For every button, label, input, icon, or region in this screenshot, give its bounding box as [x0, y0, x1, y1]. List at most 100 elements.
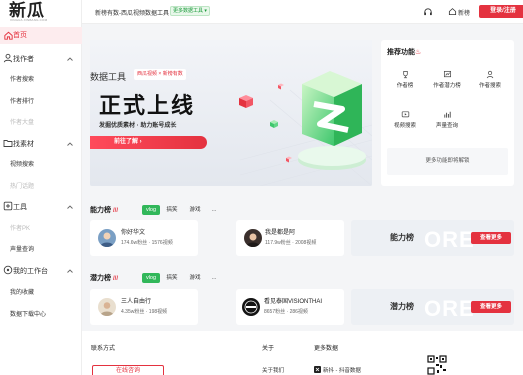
top-header: 新榜有数-西瓜视频数据工具 更多数据工具 ▾ 新榜 登录/注册 [82, 0, 523, 24]
more-tools-dropdown[interactable]: 更多数据工具 ▾ [170, 6, 210, 16]
chevron-up-icon [67, 142, 73, 146]
avatar [98, 229, 116, 247]
chart-board-icon [443, 70, 451, 78]
sidebar-item-download-center[interactable]: 数据下载中心 [10, 309, 46, 318]
logo-subtitle: XINGUA.XINBANG.COM [10, 18, 48, 22]
footer-contact-heading: 联系方式 [91, 346, 116, 352]
qr-code-icon [427, 355, 447, 375]
author-name: 你好华文 [121, 230, 146, 236]
ability-tab-funny[interactable]: 搞笑 [163, 205, 181, 215]
home-outline-icon[interactable] [448, 7, 457, 16]
author-stats: 8657粉丝 · 286视频 [264, 309, 308, 315]
ranking-mark-icon: /// [113, 208, 119, 214]
sidebar-item-author-ranking[interactable]: 作者排行 [10, 96, 34, 105]
newrank-link[interactable]: 新榜 [458, 8, 470, 17]
ability-ranking-title: 能力榜/// [90, 205, 118, 215]
potential-more-panel: ORE 潜力榜 查看更多 [351, 289, 514, 325]
author-stats: 4.35w粉丝 · 198视频 [121, 309, 168, 315]
sidebar-group-workspace[interactable]: 我的工作台 [0, 264, 82, 278]
ability-tab-games[interactable]: 游戏 [186, 205, 204, 215]
ability-more-label: 能力榜 [390, 233, 414, 242]
about-us-link[interactable]: 关于我们 [262, 366, 284, 374]
fire-icon: ♨ [415, 49, 422, 56]
chevron-up-icon [67, 205, 73, 209]
feature-label: 作者搜索 [478, 83, 501, 89]
user-icon [3, 53, 13, 63]
potential-card-2[interactable]: 看见泰国VISIONTHAI 8657粉丝 · 286视频 [236, 289, 344, 325]
sidebar: 新瓜 XINGUA.XINBANG.COM 首页 找作者 作者搜索 作者排行 作… [0, 0, 82, 375]
tool-icon [3, 201, 13, 211]
author-stats: 174.6w粉丝 · 1576视频 [121, 240, 173, 246]
footer-more-data-heading: 更多数据 [314, 346, 339, 352]
app-root: 新瓜 XINGUA.XINBANG.COM 首页 找作者 作者搜索 作者排行 作… [0, 0, 523, 375]
potential-more-label: 潜力榜 [390, 302, 414, 311]
sidebar-group-find-material[interactable]: 找素材 [0, 137, 82, 151]
feature-author-potential[interactable]: 作者潜力榜 [427, 70, 467, 89]
author-name: 看见泰国VISIONTHAI [264, 299, 323, 305]
more-features-text: 更多功能即将解锁 [425, 158, 470, 164]
recommended-title: 推荐功能♨ [387, 47, 421, 57]
sidebar-item-author-search[interactable]: 作者搜索 [10, 74, 34, 83]
potential-view-more-button[interactable]: 查看更多 [471, 301, 511, 313]
sidebar-item-video-search[interactable]: 视频搜索 [10, 159, 34, 168]
feature-label: 作者榜 [396, 83, 414, 89]
banner-learn-more-button[interactable]: 前往了解 › [90, 136, 207, 149]
ability-title-text: 能力榜 [90, 207, 111, 214]
potential-tab-games[interactable]: 游戏 [186, 273, 204, 283]
banner-headline: 正式上线 [99, 93, 196, 118]
ability-more-panel: ORE 能力榜 查看更多 [351, 220, 514, 256]
sidebar-group-label: 找作者 [13, 56, 34, 63]
feature-author-search[interactable]: 作者搜索 [470, 70, 510, 89]
login-register-button[interactable]: 登录/注册 [479, 5, 523, 18]
banner-tool-text: 数据工具 [90, 72, 127, 82]
sidebar-group-label: 找素材 [13, 141, 34, 148]
video-search-icon [401, 111, 409, 118]
workspace-icon [3, 265, 13, 275]
xindou-logo-icon [314, 366, 321, 373]
author-name: 三人自由行 [121, 299, 152, 305]
recommended-title-text: 推荐功能 [387, 49, 415, 56]
bar-chart-icon [443, 111, 451, 118]
potential-tab-more[interactable]: ... [208, 273, 220, 283]
sidebar-item-favorites[interactable]: 我的收藏 [10, 287, 34, 296]
sidebar-group-label: 工具 [13, 204, 27, 211]
feature-author-ranking[interactable]: 作者榜 [385, 70, 425, 89]
ability-card-2[interactable]: 我是都是阿 117.9w粉丝 · 2008视频 [236, 220, 344, 256]
recommended-features-panel: 推荐功能♨ 作者榜 作者潜力榜 作者搜索 视频搜索 声量查询 更多功能即将解锁 [381, 40, 514, 186]
potential-tab-funny[interactable]: 搞笑 [163, 273, 181, 283]
footer: 联系方式 在线咨询 关于 关于我们 更多数据 新抖 - 抖音数据 [82, 331, 523, 375]
headset-icon[interactable] [423, 7, 433, 17]
promo-banner[interactable]: 数据工具 西瓜视频 × 新榜有数 正式上线 发掘优质素材 · 助力账号成长 前往… [90, 40, 372, 186]
potential-card-1[interactable]: 三人自由行 4.35w粉丝 · 198视频 [90, 289, 198, 325]
ghost-text: ORE [424, 296, 475, 321]
sidebar-group-label: 我的工作台 [13, 268, 48, 275]
ability-tab-more[interactable]: ... [208, 205, 220, 215]
ranking-mark-icon: /// [113, 276, 119, 282]
author-stats: 117.9w粉丝 · 2008视频 [265, 240, 317, 246]
avatar [242, 298, 260, 316]
author-name: 我是都是阿 [265, 230, 296, 236]
sidebar-item-author-dashboard[interactable]: 作者大盘 [10, 117, 34, 126]
online-consult-button[interactable]: 在线咨询 [92, 365, 164, 375]
ghost-text: ORE [424, 227, 475, 252]
feature-label: 声量查询 [435, 123, 458, 129]
sidebar-item-home[interactable]: 首页 [0, 27, 82, 44]
sidebar-item-volume-query[interactable]: 声量查询 [10, 244, 34, 253]
sidebar-group-tools[interactable]: 工具 [0, 200, 82, 214]
user-search-icon [486, 70, 493, 79]
chevron-up-icon [67, 269, 73, 273]
xindou-link[interactable]: 新抖 - 抖音数据 [323, 366, 361, 374]
potential-title-text: 潜力榜 [90, 275, 111, 282]
ability-view-more-button[interactable]: 查看更多 [471, 232, 511, 244]
sidebar-item-author-pk[interactable]: 作者PK [10, 223, 30, 232]
ability-tab-vlog[interactable]: vlog [142, 205, 160, 215]
sidebar-group-find-author[interactable]: 找作者 [0, 52, 82, 66]
sidebar-item-label: 首页 [13, 32, 27, 39]
ability-card-1[interactable]: 你好华文 174.6w粉丝 · 1576视频 [90, 220, 198, 256]
sidebar-item-hot-topics[interactable]: 热门话题 [10, 181, 34, 190]
feature-video-search[interactable]: 视频搜索 [385, 110, 425, 129]
avatar [98, 298, 116, 316]
potential-tab-vlog[interactable]: vlog [142, 273, 160, 283]
feature-volume-query[interactable]: 声量查询 [427, 110, 467, 129]
trophy-icon [402, 70, 408, 79]
